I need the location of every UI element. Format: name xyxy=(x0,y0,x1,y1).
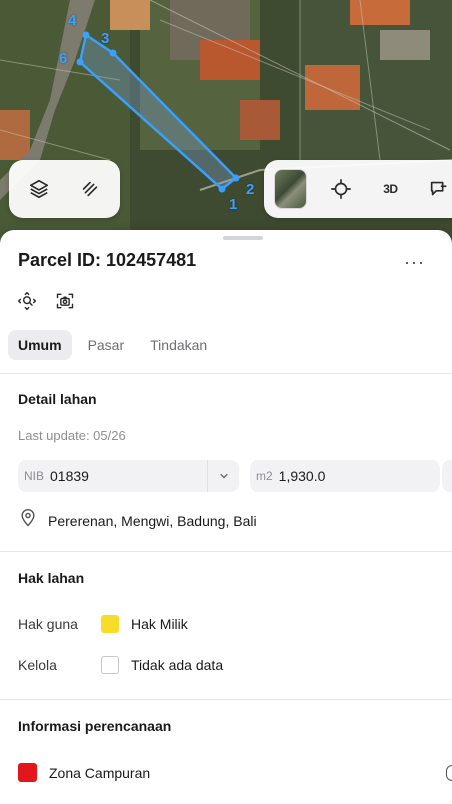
zone-row: Zona Campuran xyxy=(18,763,150,782)
parcel-tabs: Umum Pasar Tindakan xyxy=(8,330,217,360)
location-pin-icon xyxy=(18,508,38,533)
vertex-label-3: 3 xyxy=(101,30,110,47)
3d-toggle[interactable]: 3D xyxy=(376,171,405,207)
area-prefix: m2 xyxy=(256,469,273,483)
vertex-label-1: 1 xyxy=(229,196,238,213)
vertex-label-2: 2 xyxy=(246,181,255,198)
nib-prefix: NIB xyxy=(24,469,45,483)
hak-guna-value: Hak Milik xyxy=(131,616,188,632)
zone-value: Zona Campuran xyxy=(49,764,151,781)
divider xyxy=(0,699,452,700)
tab-pasar[interactable]: Pasar xyxy=(78,330,135,360)
map-right-controls: 3D xyxy=(264,160,452,218)
rights-section-title: Hak lahan xyxy=(18,570,85,586)
screenshot-icon[interactable] xyxy=(54,290,76,312)
zone-swatch xyxy=(18,763,37,782)
sheet-grab-handle[interactable] xyxy=(223,236,263,240)
satellite-thumbnail[interactable] xyxy=(274,169,307,209)
location-text: Pererenan, Mengwi, Badung, Bali xyxy=(48,512,257,529)
hak-guna-label: Hak guna xyxy=(18,616,78,632)
chevron-down-icon[interactable] xyxy=(207,460,239,492)
tab-tindakan[interactable]: Tindakan xyxy=(140,330,217,360)
kelola-label: Kelola xyxy=(18,657,57,673)
tab-umum[interactable]: Umum xyxy=(8,330,72,360)
draw-icon[interactable] xyxy=(72,171,108,207)
planning-section-title: Informasi perencanaan xyxy=(18,718,172,734)
divider xyxy=(0,551,452,552)
kelola-value: Tidak ada data xyxy=(131,657,224,673)
hak-guna-swatch xyxy=(101,615,119,633)
divider xyxy=(0,373,452,374)
layers-icon[interactable] xyxy=(21,171,57,207)
nib-field[interactable]: NIB 01839 xyxy=(18,460,239,492)
locate-icon[interactable] xyxy=(327,171,356,207)
kelola-row: Kelola Tidak ada data xyxy=(18,656,223,674)
more-options-button[interactable]: ··· xyxy=(404,252,425,273)
parcel-sheet: Parcel ID: 102457481 ··· Umum Pasar Tind… xyxy=(0,230,452,804)
area-value: 1,930.0 xyxy=(278,468,326,484)
nib-value: 01839 xyxy=(50,468,89,484)
parcel-tools xyxy=(16,290,76,312)
area-unit-dropdown[interactable] xyxy=(442,460,452,492)
map-left-controls xyxy=(9,160,120,218)
kelola-swatch xyxy=(101,656,119,674)
parcel-title: Parcel ID: 102457481 xyxy=(18,250,197,270)
location-row: Pererenan, Mengwi, Badung, Bali xyxy=(18,508,257,533)
hak-guna-row: Hak guna Hak Milik xyxy=(18,615,188,633)
detail-section-title: Detail lahan xyxy=(18,391,97,407)
zone-info-icon[interactable] xyxy=(446,765,452,781)
zoom-to-parcel-icon[interactable] xyxy=(16,290,38,312)
area-field[interactable]: m2 1,930.0 xyxy=(250,460,440,492)
satellite-map[interactable]: 4 3 6 2 1 3D xyxy=(0,0,452,250)
vertex-label-4: 4 xyxy=(68,12,77,29)
vertex-label-6: 6 xyxy=(59,50,68,67)
last-update-text: Last update: 05/26 xyxy=(18,428,126,443)
share-icon[interactable] xyxy=(425,171,452,207)
